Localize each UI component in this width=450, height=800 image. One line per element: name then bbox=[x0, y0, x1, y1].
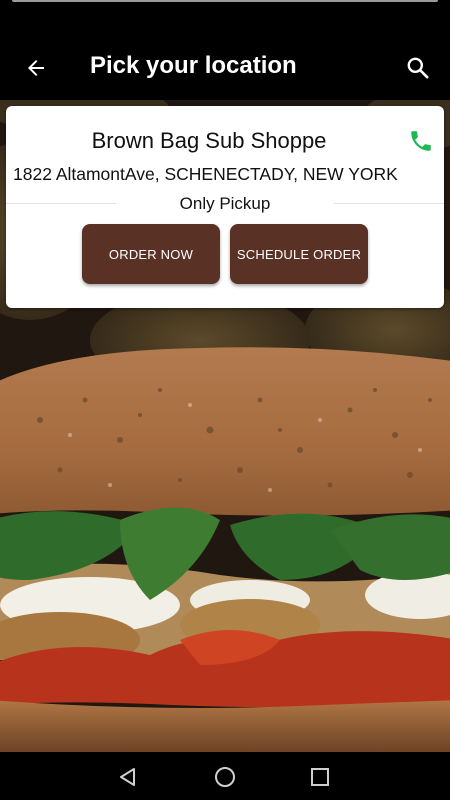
nav-recents-button[interactable] bbox=[305, 762, 335, 792]
arrow-left-icon bbox=[28, 60, 44, 76]
schedule-order-button[interactable]: SCHEDULE ORDER bbox=[230, 224, 368, 284]
page-title: Pick your location bbox=[90, 52, 297, 79]
system-navigation-bar bbox=[0, 752, 450, 800]
store-address: 1822 AltamontAve, SCHENECTADY, NEW YORK bbox=[13, 164, 398, 184]
search-button[interactable] bbox=[400, 50, 436, 86]
home-circle-icon bbox=[215, 767, 235, 787]
call-button[interactable] bbox=[406, 126, 436, 156]
phone-icon bbox=[411, 131, 431, 151]
back-button[interactable] bbox=[18, 50, 54, 86]
nav-back-button[interactable] bbox=[113, 762, 143, 792]
back-triangle-icon bbox=[120, 768, 135, 786]
status-bar bbox=[0, 0, 450, 36]
app-bar: Pick your location bbox=[0, 36, 450, 100]
location-card[interactable]: Brown Bag Sub Shoppe 1822 AltamontAve, S… bbox=[6, 106, 444, 308]
service-mode-label: Only Pickup bbox=[179, 194, 271, 213]
status-indicator-line bbox=[12, 0, 438, 2]
nav-home-button[interactable] bbox=[210, 762, 240, 792]
search-icon bbox=[407, 57, 429, 79]
store-name: Brown Bag Sub Shoppe bbox=[91, 128, 327, 153]
order-now-button[interactable]: ORDER NOW bbox=[82, 224, 220, 284]
recents-square-icon bbox=[311, 768, 329, 786]
